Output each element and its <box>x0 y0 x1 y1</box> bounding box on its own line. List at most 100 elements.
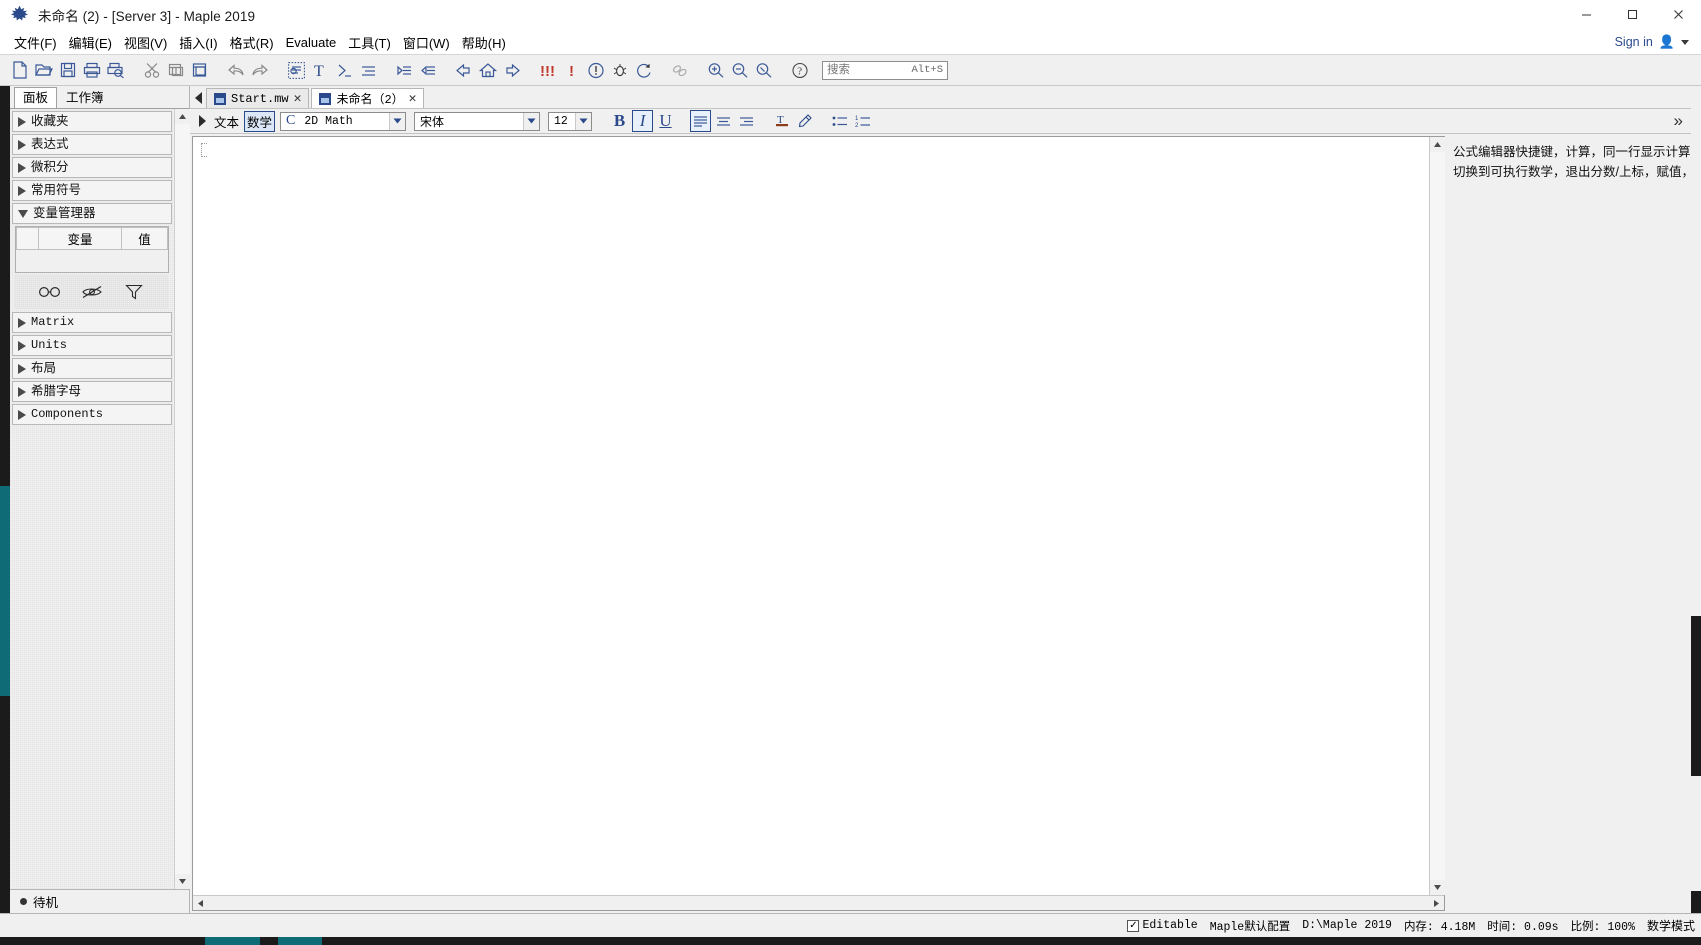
paste-icon[interactable] <box>189 58 211 82</box>
palette-favorites[interactable]: 收藏夹 <box>12 111 172 132</box>
menu-window[interactable]: 窗口(W) <box>397 31 456 54</box>
document-vscroll-track[interactable] <box>1430 152 1445 880</box>
insert-prompt-icon[interactable] <box>333 58 355 82</box>
stop-icon[interactable] <box>585 58 607 82</box>
palette-scrollbar[interactable] <box>174 109 189 889</box>
scroll-left-arrow-icon[interactable] <box>193 896 208 911</box>
redo-icon[interactable] <box>249 58 271 82</box>
font-size-select[interactable]: 12 <box>548 112 592 131</box>
chevron-down-icon[interactable] <box>523 113 539 130</box>
bullet-list-icon[interactable] <box>829 110 850 132</box>
bold-button[interactable]: B <box>609 110 630 132</box>
close-icon[interactable]: ✕ <box>409 93 417 105</box>
scroll-down-arrow-icon[interactable] <box>1430 880 1445 895</box>
palette-greek[interactable]: 希腊字母 <box>12 381 172 402</box>
math-notation-select[interactable]: C 2D Math <box>280 112 406 131</box>
math-mode-button[interactable]: 数学 <box>244 111 275 132</box>
highlight-icon[interactable] <box>794 110 815 132</box>
undo-icon[interactable] <box>225 58 247 82</box>
forward-icon[interactable] <box>501 58 523 82</box>
home-icon[interactable] <box>477 58 499 82</box>
numbered-list-icon[interactable]: 12 <box>852 110 873 132</box>
scroll-up-arrow-icon[interactable] <box>1430 137 1445 152</box>
search-box[interactable]: Alt+S <box>822 61 948 80</box>
chevron-down-icon[interactable] <box>1681 40 1689 45</box>
insert-text-icon[interactable]: T <box>309 58 331 82</box>
maximize-button[interactable] <box>1609 0 1655 30</box>
minimize-button[interactable] <box>1563 0 1609 30</box>
scroll-right-arrow-icon[interactable] <box>1429 896 1444 911</box>
palette-scroll-track[interactable] <box>175 124 190 874</box>
cut-icon[interactable] <box>141 58 163 82</box>
palette-matrix[interactable]: Matrix <box>12 312 172 333</box>
insert-section-icon[interactable] <box>357 58 379 82</box>
panel-tab-workbook[interactable]: 工作簿 <box>57 87 113 108</box>
sign-in-label[interactable]: Sign in <box>1615 35 1653 49</box>
editable-toggle[interactable]: ✓ Editable <box>1127 919 1197 932</box>
italic-button[interactable]: I <box>632 110 653 132</box>
tab-scroll-left-icon[interactable] <box>192 88 206 108</box>
new-document-icon[interactable] <box>9 58 31 82</box>
indent-right-icon[interactable] <box>393 58 415 82</box>
palette-units[interactable]: Units <box>12 335 172 356</box>
save-icon[interactable] <box>57 58 79 82</box>
document-horizontal-scrollbar[interactable] <box>193 895 1444 910</box>
insert-text-region-icon[interactable] <box>285 58 307 82</box>
hyperlink-icon[interactable] <box>669 58 691 82</box>
menu-format[interactable]: 格式(R) <box>224 31 280 54</box>
execute-all-icon[interactable]: !!! <box>537 58 559 82</box>
indent-left-icon[interactable] <box>417 58 439 82</box>
search-input[interactable] <box>823 62 903 79</box>
align-center-icon[interactable] <box>713 110 734 132</box>
menu-evaluate[interactable]: Evaluate <box>280 33 343 52</box>
execute-icon[interactable]: ! <box>561 58 583 82</box>
palette-components[interactable]: Components <box>12 404 172 425</box>
close-button[interactable] <box>1655 0 1701 30</box>
back-icon[interactable] <box>453 58 475 82</box>
zoom-in-icon[interactable] <box>705 58 727 82</box>
filter-icon[interactable] <box>121 281 147 303</box>
palette-expression[interactable]: 表达式 <box>12 134 172 155</box>
tab-scroll-right-icon[interactable] <box>195 109 209 133</box>
help-icon[interactable]: ? <box>789 58 811 82</box>
chevron-down-icon[interactable] <box>389 113 405 130</box>
eye-hidden-icon[interactable] <box>79 281 105 303</box>
menu-insert[interactable]: 插入(I) <box>173 31 223 54</box>
text-mode-button[interactable]: 文本 <box>211 111 242 132</box>
menu-edit[interactable]: 编辑(E) <box>63 31 118 54</box>
doc-tab-untitled2[interactable]: 未命名（2） ✕ <box>311 88 424 108</box>
close-icon[interactable]: ✕ <box>294 93 302 105</box>
palette-variable-manager[interactable]: 变量管理器 <box>12 203 172 224</box>
scroll-up-arrow-icon[interactable] <box>175 109 190 124</box>
align-right-icon[interactable] <box>736 110 757 132</box>
menu-help[interactable]: 帮助(H) <box>456 31 512 54</box>
palette-calculus[interactable]: 微积分 <box>12 157 172 178</box>
menu-file[interactable]: 文件(F) <box>8 31 63 54</box>
underline-button[interactable]: U <box>655 110 676 132</box>
print-icon[interactable] <box>81 58 103 82</box>
copy-icon[interactable] <box>165 58 187 82</box>
scroll-down-arrow-icon[interactable] <box>175 874 190 889</box>
font-family-select[interactable]: 宋体 <box>414 112 540 131</box>
open-icon[interactable] <box>33 58 55 82</box>
text-color-icon[interactable]: T <box>771 110 792 132</box>
glasses-icon[interactable] <box>37 281 63 303</box>
chevron-down-icon[interactable] <box>575 113 591 130</box>
sign-in-area[interactable]: Sign in 👤 <box>1615 34 1701 50</box>
align-left-icon[interactable] <box>690 110 711 132</box>
menu-tools[interactable]: 工具(T) <box>342 31 397 54</box>
zoom-reset-icon[interactable] <box>753 58 775 82</box>
menu-view[interactable]: 视图(V) <box>118 31 173 54</box>
document-canvas[interactable] <box>193 137 1429 895</box>
document-vertical-scrollbar[interactable] <box>1429 137 1444 895</box>
toolbar-overflow-button[interactable]: » <box>1674 111 1683 131</box>
restart-icon[interactable] <box>633 58 655 82</box>
document-hscroll-track[interactable] <box>208 896 1429 910</box>
palette-layout[interactable]: 布局 <box>12 358 172 379</box>
debug-icon[interactable] <box>609 58 631 82</box>
panel-tab-palettes[interactable]: 面板 <box>14 87 57 108</box>
zoom-out-icon[interactable] <box>729 58 751 82</box>
print-preview-icon[interactable] <box>105 58 127 82</box>
doc-tab-start[interactable]: Start.mw ✕ <box>206 88 309 108</box>
palette-common-symbols[interactable]: 常用符号 <box>12 180 172 201</box>
